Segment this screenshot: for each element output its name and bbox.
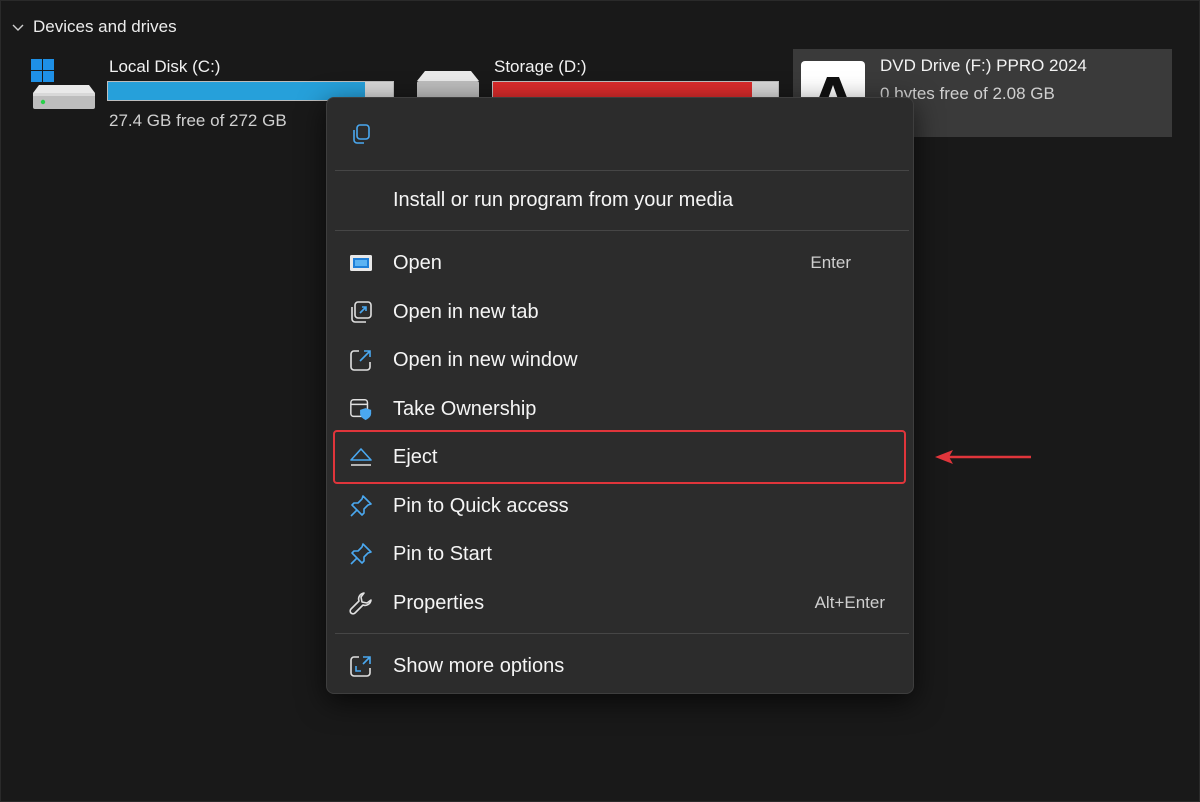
menu-item-label: Open in new tab bbox=[393, 300, 539, 323]
show-more-icon bbox=[349, 654, 373, 678]
drive-free-space: 27.4 GB free of 272 GB bbox=[109, 111, 287, 130]
arrow-left-icon bbox=[933, 447, 1033, 472]
drive-name: Storage (D:) bbox=[494, 57, 587, 76]
drive-name: DVD Drive (F:) PPRO 2024 bbox=[880, 56, 1087, 75]
menu-separator bbox=[335, 230, 909, 231]
menu-item-label: Show more options bbox=[393, 654, 565, 677]
open-icon bbox=[349, 251, 373, 275]
copy-button[interactable] bbox=[345, 120, 377, 152]
menu-quick-actions bbox=[327, 98, 913, 170]
menu-item-open-new-tab[interactable]: Open in new tab bbox=[335, 290, 907, 334]
file-explorer-window: Devices and drives Local Disk (C:) 27.4 … bbox=[0, 0, 1200, 802]
drive-name: Local Disk (C:) bbox=[109, 57, 221, 76]
menu-item-label: Pin to Quick access bbox=[393, 494, 569, 517]
menu-item-label: Open bbox=[393, 251, 442, 274]
windows-drive-icon bbox=[29, 55, 99, 120]
menu-item-eject[interactable]: Eject bbox=[335, 435, 907, 479]
pin-icon bbox=[349, 542, 373, 566]
menu-separator bbox=[335, 170, 909, 171]
menu-item-label: Open in new window bbox=[393, 348, 578, 371]
menu-item-properties[interactable]: Properties Alt+Enter bbox=[335, 581, 907, 625]
menu-item-label: Take Ownership bbox=[393, 397, 537, 420]
chevron-down-icon bbox=[9, 18, 27, 36]
menu-item-shortcut: Enter bbox=[810, 253, 851, 272]
pin-icon bbox=[349, 494, 373, 518]
copy-icon bbox=[349, 122, 373, 151]
ownership-shield-icon bbox=[349, 397, 373, 421]
menu-item-label: Properties bbox=[393, 591, 485, 614]
eject-icon bbox=[349, 445, 373, 469]
menu-item-take-ownership[interactable]: Take Ownership bbox=[335, 387, 907, 431]
wrench-icon bbox=[349, 591, 373, 615]
menu-item-pin-quick-access[interactable]: Pin to Quick access bbox=[335, 484, 907, 528]
new-tab-icon bbox=[349, 300, 373, 324]
context-menu: Install or run program from your media O… bbox=[326, 97, 914, 694]
menu-item-pin-start[interactable]: Pin to Start bbox=[335, 532, 907, 576]
menu-separator bbox=[335, 633, 909, 634]
menu-item-label: Install or run program from your media bbox=[393, 188, 734, 211]
menu-item-label: Pin to Start bbox=[393, 542, 492, 565]
menu-item-label: Eject bbox=[393, 445, 438, 468]
section-title: Devices and drives bbox=[33, 17, 177, 36]
menu-item-shortcut: Alt+Enter bbox=[814, 593, 885, 612]
menu-item-open-new-window[interactable]: Open in new window bbox=[335, 338, 907, 382]
devices-section-header[interactable]: Devices and drives bbox=[9, 17, 177, 37]
menu-item-open[interactable]: Open Enter bbox=[335, 241, 907, 285]
menu-item-install-run[interactable]: Install or run program from your media bbox=[335, 178, 907, 222]
menu-item-show-more-options[interactable]: Show more options bbox=[335, 644, 907, 688]
new-window-icon bbox=[349, 348, 373, 372]
